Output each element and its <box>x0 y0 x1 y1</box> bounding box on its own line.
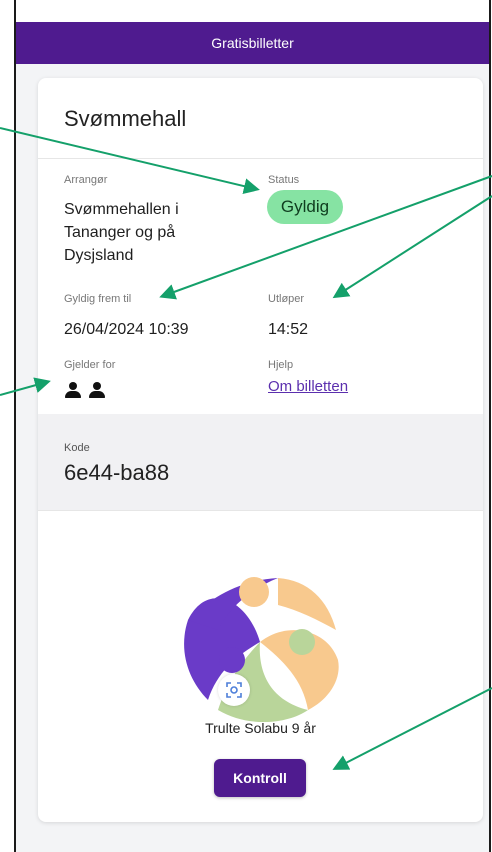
person-icon <box>88 382 106 398</box>
ticket-owner: Trulte Solabu 9 år <box>205 720 316 736</box>
title-divider <box>38 158 483 159</box>
expires-value: 14:52 <box>268 321 309 338</box>
header-title: Gratisbilletter <box>211 35 294 51</box>
applies-for-label: Gjelder for <box>64 359 116 371</box>
valid-until-value: 26/04/2024 10:39 <box>64 321 189 338</box>
organization-logo <box>184 577 339 723</box>
valid-until-label: Gyldig frem til <box>64 293 132 305</box>
person-icon <box>64 382 82 398</box>
organizer-label: Arrangør <box>64 174 108 186</box>
help-label: Hjelp <box>268 359 294 371</box>
ticket-card: Svømmehall Arrangør Svømmehallen i Tanan… <box>38 78 483 822</box>
code-label: Kode <box>64 442 90 454</box>
code-section: Kode 6e44-ba88 <box>38 414 483 510</box>
status-label: Status <box>268 174 300 186</box>
expires-label: Utløper <box>268 293 305 305</box>
scan-icon[interactable] <box>218 674 250 706</box>
top-strip <box>16 0 489 22</box>
app-header: Gratisbilletter <box>16 22 489 64</box>
status-badge: Gyldig <box>267 190 343 224</box>
code-value: 6e44-ba88 <box>64 460 170 485</box>
control-button[interactable]: Kontroll <box>214 759 306 797</box>
organizer-value: Svømmehallen i Tananger og på Dysjsland <box>64 201 179 264</box>
about-ticket-link[interactable]: Om billetten <box>268 378 348 395</box>
code-divider <box>38 510 483 511</box>
applies-for-persons <box>64 382 106 398</box>
phone-frame: Gratisbilletter Svømmehall Arrangør Svøm… <box>14 0 491 852</box>
ticket-title: Svømmehall <box>64 106 187 131</box>
